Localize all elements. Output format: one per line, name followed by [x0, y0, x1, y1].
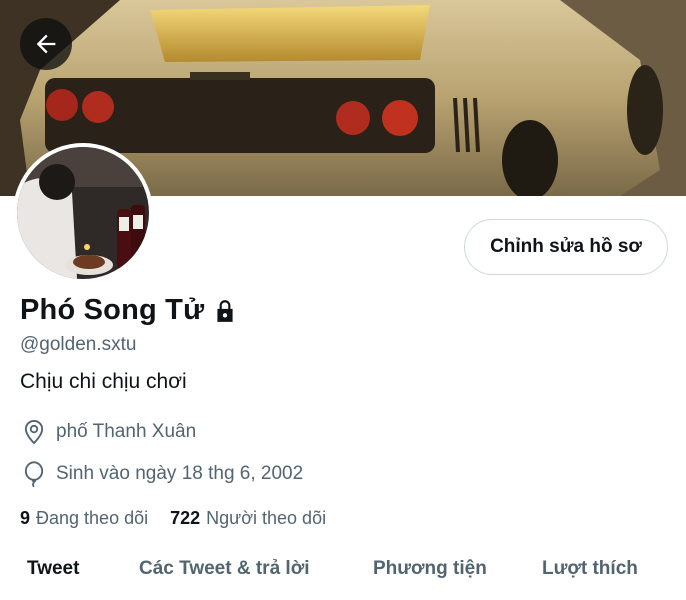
avatar[interactable]	[13, 143, 153, 283]
tab-media[interactable]: Phương tiện	[373, 558, 487, 580]
birthday-row: Sinh vào ngày 18 thg 6, 2002	[20, 460, 303, 488]
balloon-icon	[20, 460, 48, 488]
followers-link[interactable]: 722 Người theo dõi	[170, 508, 326, 529]
bio: Chịu chi chịu chơi	[20, 370, 187, 393]
following-label: Đang theo dõi	[36, 508, 149, 528]
followers-count: 722	[170, 508, 201, 528]
location-text: phố Thanh Xuân	[56, 421, 197, 442]
tab-tweets[interactable]: Tweet	[27, 558, 79, 580]
profile-tabs: Tweet Các Tweet & trả lời Phương tiện Lư…	[0, 554, 686, 600]
tab-tweets-and-replies[interactable]: Các Tweet & trả lời	[139, 558, 309, 580]
location-pin-icon	[20, 418, 48, 446]
follow-stats: 9 Đang theo dõi 722 Người theo dõi	[20, 508, 326, 529]
tab-likes[interactable]: Lượt thích	[542, 558, 638, 580]
following-count: 9	[20, 508, 31, 528]
arrow-left-icon	[36, 34, 56, 54]
edit-profile-button[interactable]: Chỉnh sửa hồ sơ	[464, 219, 668, 275]
display-name: Phó Song Tử	[20, 294, 205, 326]
location-row: phố Thanh Xuân	[20, 418, 196, 446]
birthday-text: Sinh vào ngày 18 thg 6, 2002	[56, 463, 304, 484]
back-button[interactable]	[20, 18, 72, 70]
user-handle: @golden.sxtu	[20, 334, 137, 355]
lock-icon	[212, 298, 238, 324]
name-row: Phó Song Tử	[20, 294, 238, 327]
followers-label: Người theo dõi	[206, 508, 327, 528]
avatar-image	[17, 147, 149, 279]
following-link[interactable]: 9 Đang theo dõi	[20, 508, 148, 529]
